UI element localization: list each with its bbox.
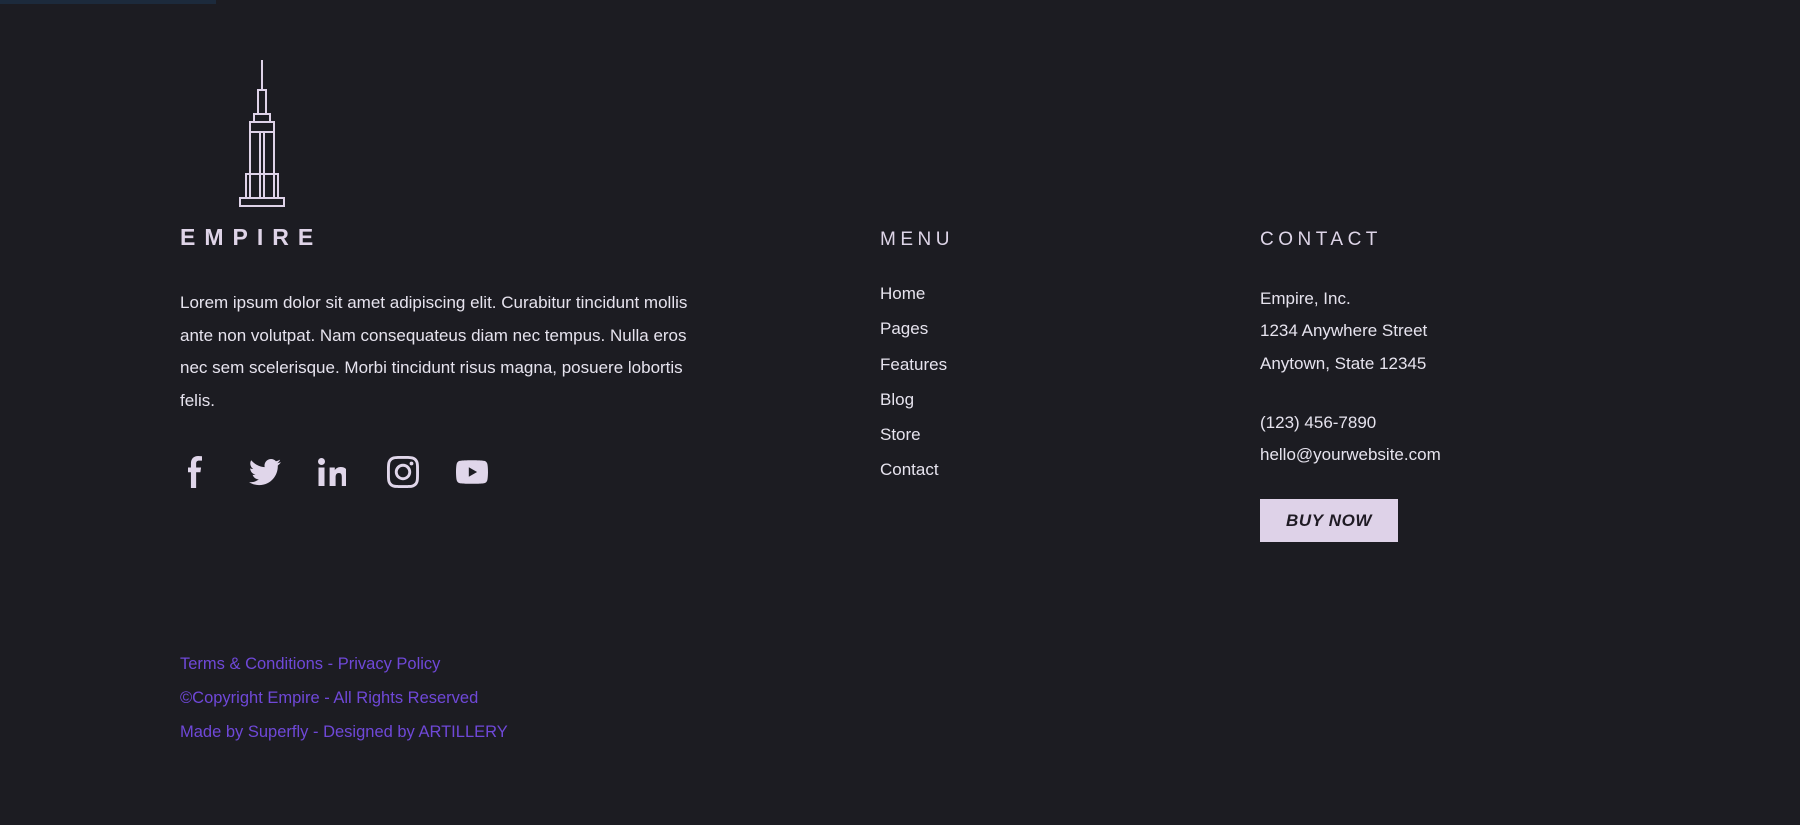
social-link-facebook[interactable]: [180, 455, 212, 488]
menu-link-blog[interactable]: Blog: [880, 390, 914, 409]
site-footer: EMPIRE Lorem ipsum dolor sit amet adipis…: [0, 0, 1800, 825]
designed-by-link[interactable]: ARTILLERY: [418, 723, 507, 741]
list-item: Home: [880, 283, 1260, 304]
list-item: Blog: [880, 389, 1260, 410]
footer-contact-column: CONTACT Empire, Inc. 1234 Anywhere Stree…: [1260, 50, 1640, 543]
contact-phone: (123) 456-7890: [1260, 407, 1640, 439]
contact-address-line-1: 1234 Anywhere Street: [1260, 321, 1428, 341]
privacy-policy-link[interactable]: Privacy Policy: [338, 655, 441, 673]
contact-email-link[interactable]: hello@yourwebsite.com: [1260, 445, 1441, 464]
twitter-icon: [249, 458, 281, 485]
footer-page: EMPIRE Lorem ipsum dolor sit amet adipis…: [0, 0, 1800, 825]
social-link-youtube[interactable]: [456, 456, 488, 488]
instagram-icon: [387, 455, 419, 488]
legal-separator: -: [323, 655, 338, 673]
terms-and-conditions-link[interactable]: Terms & Conditions: [180, 655, 323, 673]
list-item: Pages: [880, 318, 1260, 339]
social-link-instagram[interactable]: [387, 455, 419, 488]
copyright-text: ©Copyright Empire - All Rights Reserved: [180, 689, 479, 707]
footer-legal: Terms & Conditions - Privacy Policy ©Cop…: [180, 655, 508, 757]
social-link-twitter[interactable]: [249, 456, 281, 488]
contact-company: Empire, Inc.: [1260, 289, 1351, 308]
social-links: [180, 455, 880, 488]
designed-by-prefix: Designed by: [323, 723, 419, 741]
list-item: Store: [880, 424, 1260, 445]
contact-details-block: (123) 456-7890 hello@yourwebsite.com: [1260, 407, 1640, 472]
footer-menu-column: MENU Home Pages Features Blog Store Cont…: [880, 50, 1260, 495]
menu-link-store[interactable]: Store: [880, 425, 921, 444]
social-link-linkedin[interactable]: [318, 456, 350, 488]
menu-link-contact[interactable]: Contact: [880, 460, 939, 479]
contact-address-line-2: Anytown, State 12345: [1260, 353, 1427, 373]
buy-now-button[interactable]: BUY NOW: [1260, 499, 1399, 543]
made-by-prefix: Made by: [180, 723, 248, 741]
contact-email: hello@yourwebsite.com: [1260, 439, 1640, 471]
contact-address-block: Empire, Inc. 1234 Anywhere Street Anytow…: [1260, 283, 1640, 380]
footer-columns: EMPIRE Lorem ipsum dolor sit amet adipis…: [180, 50, 1620, 543]
facebook-icon: [188, 455, 202, 488]
brand-description: Lorem ipsum dolor sit amet adipiscing el…: [180, 293, 688, 410]
credits-separator: -: [308, 723, 324, 741]
made-by-link[interactable]: Superfly: [248, 723, 309, 741]
menu-link-pages[interactable]: Pages: [880, 319, 928, 338]
list-item: Features: [880, 354, 1260, 375]
youtube-icon: [456, 459, 488, 484]
legal-row-policies: Terms & Conditions - Privacy Policy: [180, 655, 508, 674]
footer-brand-column: EMPIRE Lorem ipsum dolor sit amet adipis…: [180, 50, 880, 488]
brand-wordmark: EMPIRE: [180, 224, 323, 250]
linkedin-icon: [318, 457, 346, 486]
footer-menu-list: Home Pages Features Blog Store Contact: [880, 283, 1260, 481]
empire-state-building-icon: [239, 60, 285, 207]
menu-link-features[interactable]: Features: [880, 355, 947, 374]
legal-row-credits: Made by Superfly - Designed by ARTILLERY: [180, 723, 508, 742]
contact-phone-link[interactable]: (123) 456-7890: [1260, 413, 1376, 432]
legal-row-copyright: ©Copyright Empire - All Rights Reserved: [180, 689, 508, 708]
contact-column-title: CONTACT: [1260, 229, 1382, 250]
menu-link-home[interactable]: Home: [880, 284, 925, 303]
list-item: Contact: [880, 459, 1260, 480]
menu-column-title: MENU: [880, 229, 954, 250]
